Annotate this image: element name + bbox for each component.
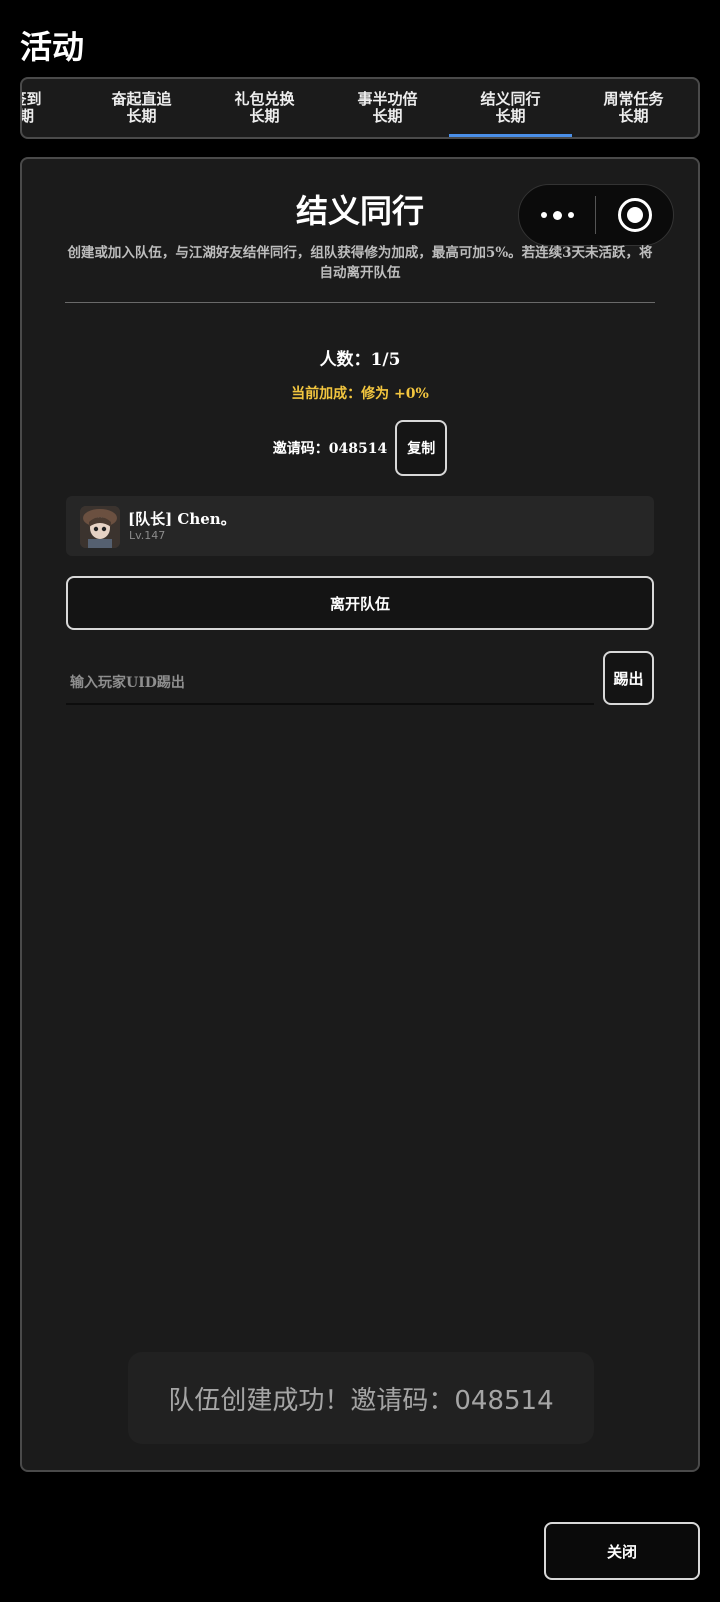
tab-label: 事半功倍	[357, 90, 418, 108]
miniprogram-capsule	[518, 184, 674, 246]
tab-sub-label: 长期	[495, 107, 526, 125]
member-list-item[interactable]: [队长] Chen。 Lv.147	[66, 496, 654, 556]
member-level: Lv.147	[129, 529, 166, 542]
tab-label: 礼包兑换	[234, 90, 295, 108]
member-name: [队长] Chen。	[128, 510, 236, 528]
team-description: 创建或加入队伍，与江湖好友结伴同行，组队获得修为加成，最高可加5%。若连续3天未…	[67, 245, 653, 281]
tab-signin[interactable]: 签到 期	[20, 79, 53, 137]
divider	[65, 302, 655, 303]
tab-label: 奋起直追	[111, 90, 172, 108]
page-title: 活动	[20, 28, 85, 66]
avatar-icon	[80, 506, 120, 548]
tab-label: 签到	[22, 90, 42, 108]
copy-button[interactable]: 复制	[395, 420, 448, 476]
tab-sub-label: 长期	[618, 107, 649, 125]
tab-label: 结义同行	[480, 90, 541, 108]
tab-sub-label: 期	[20, 107, 34, 125]
invite-row: 邀请码：048514 复制	[20, 420, 700, 476]
member-count: 人数：1/5	[319, 350, 401, 370]
tab-weekly-tasks[interactable]: 周常任务 长期	[572, 79, 695, 137]
invite-code: 邀请码：048514	[272, 441, 388, 457]
tab-sub-label: 长期	[372, 107, 403, 125]
tab-sworn-team[interactable]: 结义同行 长期	[449, 79, 572, 137]
current-bonus: 当前加成：修为 +0%	[291, 386, 429, 402]
tab-catch-up[interactable]: 奋起直追 长期	[80, 79, 203, 137]
activity-tabbar: 签到 期 奋起直追 长期 礼包兑换 长期 事半功倍 长期 结义同行 长期 周常任…	[20, 77, 700, 139]
kick-uid-input[interactable]: 输入玩家UID踢出	[66, 660, 594, 705]
more-dots-icon[interactable]	[519, 185, 595, 245]
leave-team-button[interactable]: 离开队伍	[66, 576, 654, 630]
target-ring-icon[interactable]	[596, 185, 673, 245]
tab-gift-redeem[interactable]: 礼包兑换 长期	[203, 79, 326, 137]
toast-message: 队伍创建成功！邀请码：048514	[128, 1352, 594, 1444]
tab-label: 周常任务	[603, 90, 664, 108]
close-button[interactable]: 关闭	[544, 1522, 700, 1580]
tab-double-effect[interactable]: 事半功倍 长期	[326, 79, 449, 137]
kick-button[interactable]: 踢出	[603, 651, 654, 705]
tab-sub-label: 长期	[126, 107, 157, 125]
tab-sub-label: 长期	[249, 107, 280, 125]
